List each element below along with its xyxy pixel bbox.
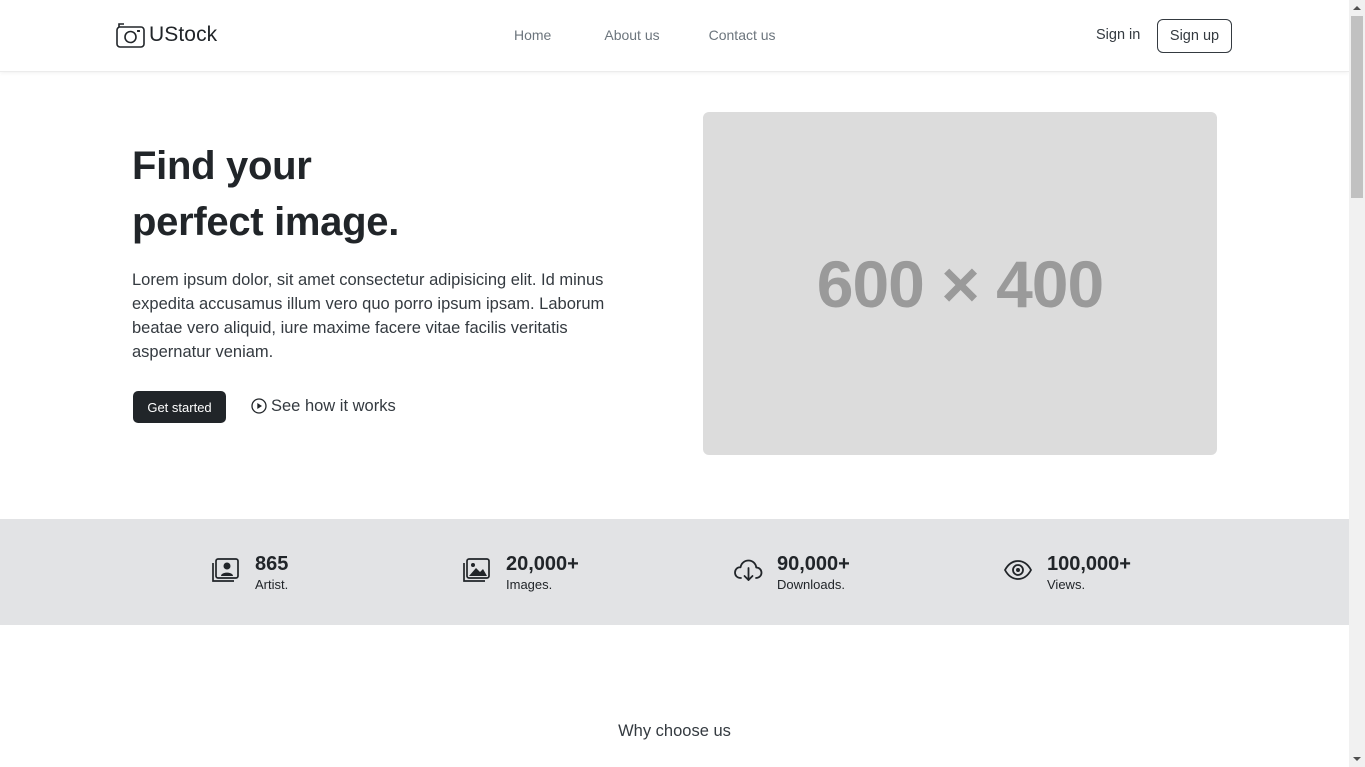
stat-images: 20,000+ Images. (462, 552, 579, 593)
signin-link[interactable]: Sign in (1096, 27, 1140, 43)
scroll-down-arrow-icon[interactable] (1349, 751, 1365, 767)
stat-views-label: Views. (1047, 577, 1086, 592)
see-how-it-works-label: See how it works (271, 397, 396, 415)
hero-title-line-2: perfect image. (132, 200, 400, 244)
get-started-button[interactable]: Get started (133, 391, 226, 423)
camera-icon (116, 23, 145, 48)
stat-images-label: Images. (506, 577, 553, 592)
hero-title: Find your perfect image. (132, 138, 652, 250)
nav-link-home[interactable]: Home (514, 27, 551, 43)
stat-downloads-label: Downloads. (777, 577, 845, 592)
scroll-up-arrow-icon[interactable] (1349, 0, 1365, 16)
stat-artists-label: Artist. (255, 577, 289, 592)
hero-title-line-1: Find your (132, 144, 312, 188)
see-how-it-works-link[interactable]: See how it works (251, 396, 396, 416)
cloud-download-icon (733, 555, 763, 585)
brand-name: UStock (149, 23, 218, 46)
hero-image-placeholder: 600 × 400 (703, 112, 1217, 455)
stat-views: 100,000+ Views. (1003, 552, 1131, 593)
signup-button[interactable]: Sign up (1157, 19, 1232, 53)
stat-artists: 865 Artist. (211, 552, 288, 593)
stat-views-value: 100,000+ (1047, 553, 1131, 575)
stat-artists-value: 865 (255, 553, 289, 575)
nav-links: Home About us Contact us (514, 27, 825, 43)
stat-downloads-value: 90,000+ (777, 553, 850, 575)
nav-link-about[interactable]: About us (604, 27, 659, 43)
eye-icon (1003, 555, 1033, 585)
brand-link[interactable]: UStock (116, 22, 217, 48)
vertical-scrollbar[interactable] (1349, 0, 1365, 767)
nav-link-contact[interactable]: Contact us (709, 27, 776, 43)
stat-downloads: 90,000+ Downloads. (733, 552, 850, 593)
hero-description: Lorem ipsum dolor, sit amet consectetur … (132, 271, 605, 361)
placeholder-dimensions: 600 × 400 (816, 246, 1104, 321)
person-portrait-icon (211, 555, 241, 585)
play-circle-icon (251, 398, 267, 414)
why-choose-us-heading: Why choose us (618, 722, 731, 740)
navbar: UStock Home About us Contact us Sign in … (0, 0, 1349, 72)
stats-bar: 865 Artist. 20,000+ Images. 90,000+ Down… (0, 519, 1349, 625)
scrollbar-thumb[interactable] (1351, 16, 1363, 198)
images-icon (462, 555, 492, 585)
stat-images-value: 20,000+ (506, 553, 579, 575)
